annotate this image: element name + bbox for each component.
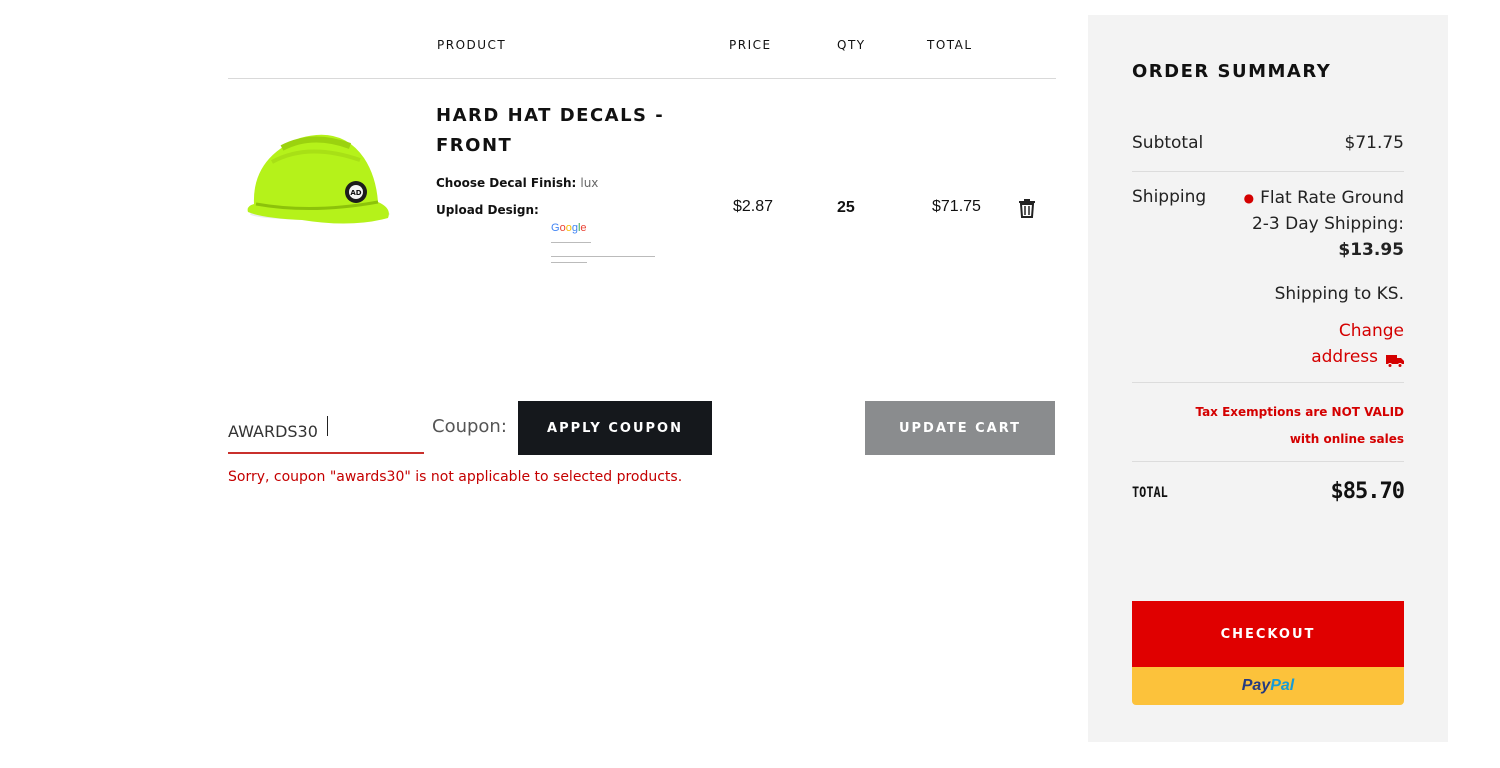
order-summary-panel: ORDER SUMMARY Subtotal $71.75 Shipping ●… [1088, 15, 1448, 742]
total-value: $85.70 [1330, 479, 1405, 504]
shipping-method-line2: 2-3 Day Shipping: [1251, 214, 1404, 234]
product-option-upload: Upload Design: [436, 203, 539, 217]
paypal-logo-pay: Pay [1241, 677, 1271, 694]
shipping-method-line1: Flat Rate Ground [1260, 188, 1404, 208]
item-total: $71.75 [932, 198, 981, 215]
item-quantity[interactable]: 25 [837, 199, 855, 217]
change-address-line1: Change [1338, 321, 1404, 341]
option-value: lux [580, 176, 599, 190]
tax-exemption-notice: Tax Exemptions are NOT VALID with online… [1144, 399, 1404, 453]
hard-hat-image[interactable]: AD [242, 128, 392, 228]
design-thumb-logo: Google [551, 222, 587, 234]
update-cart-button[interactable]: UPDATE CART [865, 401, 1055, 455]
svg-text:AD: AD [350, 189, 361, 197]
item-price: $2.87 [733, 198, 774, 215]
total-label: TOTAL [1132, 485, 1168, 501]
product-name[interactable]: HARD HAT DECALS - FRONT [436, 101, 716, 161]
column-header-total: TOTAL [927, 38, 973, 52]
option-label: Choose Decal Finish: [436, 176, 577, 190]
product-option-finish: Choose Decal Finish: lux [436, 176, 598, 190]
tax-note-line2: with online sales [1289, 432, 1404, 446]
subtotal-label: Subtotal [1132, 133, 1204, 153]
shipping-price: $13.95 [1338, 240, 1404, 260]
shipping-method[interactable]: ● Flat Rate Ground 2-3 Day Shipping: $13.… [1244, 185, 1404, 263]
paypal-button[interactable]: PayPal [1132, 667, 1404, 705]
subtotal-value: $71.75 [1344, 133, 1404, 153]
summary-divider [1132, 382, 1404, 383]
summary-divider [1132, 171, 1404, 172]
coupon-error-message: Sorry, coupon "awards30" is not applicab… [228, 469, 683, 485]
shipping-destination: Shipping to KS. [1274, 284, 1404, 304]
column-header-qty: QTY [837, 38, 866, 52]
radio-dot-icon: ● [1243, 191, 1255, 205]
shipping-label: Shipping [1132, 187, 1207, 207]
checkout-button[interactable]: CHECKOUT [1132, 601, 1404, 667]
change-address-link[interactable]: Change address [1311, 318, 1404, 370]
trash-icon[interactable] [1018, 198, 1036, 218]
header-divider [228, 78, 1056, 79]
coupon-input[interactable] [228, 410, 424, 454]
apply-coupon-button[interactable]: APPLY COUPON [518, 401, 712, 455]
uploaded-design-thumbnail[interactable]: Google [548, 218, 658, 270]
summary-divider [1132, 461, 1404, 462]
column-header-price: PRICE [729, 38, 772, 52]
change-address-line2: address [1311, 347, 1378, 367]
truck-icon [1386, 350, 1404, 368]
paypal-logo-pal: Pal [1270, 677, 1295, 694]
coupon-label: Coupon: [432, 416, 507, 437]
option-label: Upload Design: [436, 203, 539, 217]
column-header-product: PRODUCT [437, 38, 507, 52]
text-caret [327, 416, 328, 436]
tax-note-line1: Tax Exemptions are NOT VALID [1195, 405, 1404, 419]
order-summary-title: ORDER SUMMARY [1132, 61, 1332, 82]
